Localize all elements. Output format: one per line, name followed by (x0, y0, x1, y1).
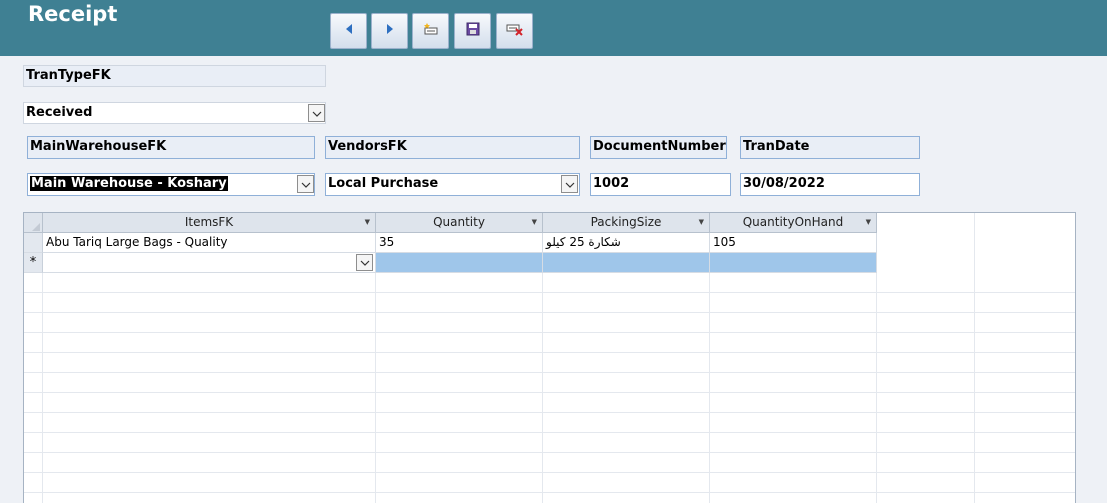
save-record-button[interactable] (454, 13, 491, 49)
column-header-itemsfk[interactable]: ItemsFK ▼ (43, 213, 376, 233)
chevron-down-icon (360, 253, 370, 272)
next-record-icon (384, 23, 396, 39)
column-header-label: Quantity (433, 215, 485, 229)
cell-quantity[interactable]: 35 (376, 233, 543, 253)
form-header: Receipt (0, 0, 1107, 56)
grid-line (24, 412, 1075, 413)
vendors-label: VendorsFK (325, 136, 580, 159)
chevron-down-icon (565, 177, 575, 192)
cell-quantityonhand[interactable]: 105 (710, 233, 877, 253)
grid-line (24, 452, 1075, 453)
new-row-quantityonhand-cell[interactable] (710, 253, 877, 273)
sort-dropdown-icon[interactable]: ▼ (866, 213, 871, 232)
column-header-quantity[interactable]: Quantity ▼ (376, 213, 543, 233)
tran-date-input[interactable]: 30/08/2022 (740, 173, 920, 196)
document-number-label: DocumentNumber (590, 136, 727, 159)
form-title: Receipt (28, 2, 118, 26)
column-header-quantityonhand[interactable]: QuantityOnHand ▼ (710, 213, 877, 233)
grid-line (24, 472, 1075, 473)
new-record-button[interactable] (412, 13, 449, 49)
chevron-down-icon (301, 177, 311, 192)
vendors-dropdown-button[interactable] (561, 175, 578, 193)
grid-line (24, 292, 1075, 293)
grid-line (24, 332, 1075, 333)
chevron-down-icon (312, 106, 322, 121)
delete-record-icon (506, 22, 524, 40)
main-warehouse-value: Main Warehouse - Koshary (30, 176, 228, 191)
grid-line (24, 312, 1075, 313)
new-row-packingsize-cell[interactable] (543, 253, 710, 273)
save-record-icon (465, 21, 481, 41)
main-warehouse-label: MainWarehouseFK (27, 136, 315, 159)
tran-type-dropdown-button[interactable] (308, 104, 325, 122)
cell-itemsfk[interactable]: Abu Tariq Large Bags - Quality (43, 233, 376, 253)
column-header-packingsize[interactable]: PackingSize ▼ (543, 213, 710, 233)
tran-type-label: TranTypeFK (23, 65, 326, 87)
column-header-label: QuantityOnHand (742, 215, 844, 229)
cell-packingsize[interactable]: شكارة 25 كيلو (543, 233, 710, 253)
grid-line (24, 372, 1075, 373)
new-row-dropdown-button[interactable] (356, 254, 373, 271)
grid-line (24, 352, 1075, 353)
column-header-label: ItemsFK (184, 215, 234, 229)
previous-record-icon (343, 23, 355, 39)
sort-dropdown-icon[interactable]: ▼ (699, 213, 704, 232)
items-datasheet[interactable]: ItemsFK ▼ Quantity ▼ PackingSize ▼ Quant… (23, 212, 1076, 503)
grid-line (24, 392, 1075, 393)
tran-type-combobox[interactable]: Received (23, 102, 326, 124)
new-row-marker[interactable]: * (24, 253, 43, 273)
new-record-icon (423, 22, 439, 40)
next-record-button[interactable] (371, 13, 408, 49)
vendors-value: Local Purchase (328, 176, 439, 191)
grid-line (24, 492, 1075, 493)
grid-line (24, 432, 1075, 433)
new-row-quantity-cell[interactable] (376, 253, 543, 273)
select-all-corner[interactable] (24, 213, 43, 233)
delete-record-button[interactable] (496, 13, 533, 49)
new-row-itemsfk-combobox[interactable] (43, 253, 376, 273)
sort-dropdown-icon[interactable]: ▼ (532, 213, 537, 232)
grid-line (974, 213, 975, 503)
corner-triangle-icon (32, 223, 40, 231)
tran-type-value: Received (26, 105, 93, 120)
main-warehouse-combobox[interactable]: Main Warehouse - Koshary (27, 173, 315, 196)
row-selector[interactable] (24, 233, 43, 253)
main-warehouse-dropdown-button[interactable] (297, 175, 314, 193)
tran-date-label: TranDate (740, 136, 920, 159)
column-header-label: PackingSize (590, 215, 662, 229)
previous-record-button[interactable] (330, 13, 367, 49)
document-number-input[interactable]: 1002 (590, 173, 731, 196)
vendors-combobox[interactable]: Local Purchase (325, 173, 580, 196)
sort-dropdown-icon[interactable]: ▼ (365, 213, 370, 232)
